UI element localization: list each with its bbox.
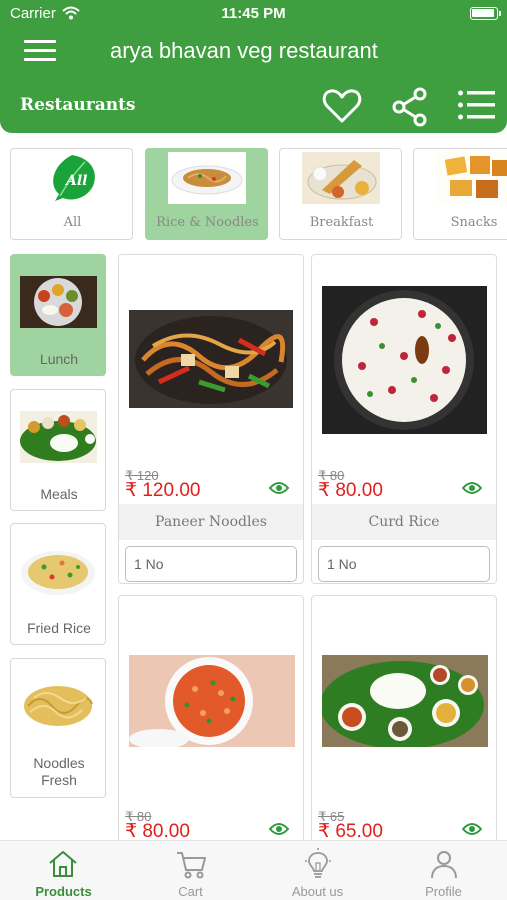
menu-bar (24, 49, 56, 52)
tomato-rice-image (129, 655, 295, 747)
product-price: ₹ 80.00 (318, 480, 383, 501)
list-view-icon[interactable] (457, 87, 497, 123)
category-label: Breakfast (309, 215, 374, 230)
subcategory-label: Fried Rice (27, 620, 91, 636)
paneer-noodles-image (129, 310, 293, 408)
snacks-plate-icon (436, 152, 507, 204)
subcategory-lunch[interactable]: Lunch (10, 254, 106, 376)
view-eye-icon[interactable] (269, 822, 289, 836)
svg-text:All: All (64, 173, 88, 189)
category-snacks[interactable]: Snacks (413, 148, 507, 240)
share-icon[interactable] (391, 87, 429, 127)
profile-person-icon (431, 851, 457, 879)
menu-bar (24, 40, 56, 43)
status-bar: Carrier 11:45 PM (0, 0, 507, 28)
product-card-4[interactable]: ₹ 65 ₹ 65.00 (311, 595, 497, 845)
view-eye-icon[interactable] (462, 481, 482, 495)
subcategory-meals[interactable]: Meals (10, 389, 106, 511)
product-card-paneer-noodles[interactable]: ₹ 120 ₹ 120.00 Paneer Noodles 1 No (118, 254, 304, 584)
tab-products[interactable]: Products (0, 841, 127, 900)
tab-label: About us (291, 884, 344, 899)
subcategory-fried-rice[interactable]: Fried Rice (10, 523, 106, 645)
lunch-thali-icon (20, 276, 97, 328)
view-eye-icon[interactable] (462, 822, 482, 836)
subcategory-label: Noodles Fresh (33, 755, 85, 788)
meals-banana-leaf-icon (20, 411, 97, 463)
fried-rice-icon (20, 545, 97, 597)
tab-label: Profile (425, 884, 462, 899)
product-price: ₹ 120.00 (125, 480, 201, 501)
subcategory-label: Meals (40, 486, 78, 502)
category-breakfast[interactable]: Breakfast (279, 148, 402, 240)
cart-icon (177, 852, 206, 879)
category-all[interactable]: All All (10, 148, 133, 240)
product-card-3[interactable]: ₹ 80 ₹ 80.00 (118, 595, 304, 845)
app-header: Carrier 11:45 PM arya bhavan veg restaur… (0, 0, 507, 133)
subcategory-noodles-fresh[interactable]: Noodles Fresh (10, 658, 106, 798)
dosa-plate-icon (302, 152, 380, 204)
section-title: Restaurants (20, 95, 136, 115)
subcategory-label: Lunch (39, 351, 79, 367)
product-card-curd-rice[interactable]: ₹ 80 ₹ 80.00 Curd Rice 1 No (311, 254, 497, 584)
tab-profile[interactable]: Profile (380, 841, 507, 900)
quantity-selector[interactable]: 1 No (125, 546, 297, 582)
favorite-heart-icon[interactable] (322, 87, 362, 125)
noodles-plate-icon (168, 152, 246, 204)
battery-icon (470, 7, 501, 20)
tab-label: Cart (178, 884, 203, 899)
fresh-noodles-icon (20, 678, 97, 730)
category-label: All (63, 215, 82, 230)
category-label: Rice & Noodles (156, 215, 259, 230)
tab-cart[interactable]: Cart (127, 841, 254, 900)
leaf-icon: All (53, 155, 95, 201)
quantity-selector[interactable]: 1 No (318, 546, 490, 582)
product-name: Curd Rice (312, 504, 496, 540)
meals-plate-image (322, 655, 488, 747)
category-rice-noodles[interactable]: Rice & Noodles (145, 148, 268, 240)
lightbulb-icon (305, 848, 331, 878)
app-title: arya bhavan veg restaurant (110, 38, 378, 63)
clock: 11:45 PM (221, 5, 286, 22)
tab-about-us[interactable]: About us (254, 841, 381, 900)
tab-label: Products (35, 884, 92, 899)
product-name: Paneer Noodles (119, 504, 303, 540)
menu-button[interactable] (24, 40, 56, 64)
home-icon (49, 851, 77, 877)
bottom-tab-bar: Products Cart About us Profile (0, 840, 507, 900)
category-label: Snacks (450, 215, 498, 230)
view-eye-icon[interactable] (269, 481, 289, 495)
menu-bar (24, 58, 56, 61)
curd-rice-image (322, 286, 487, 434)
